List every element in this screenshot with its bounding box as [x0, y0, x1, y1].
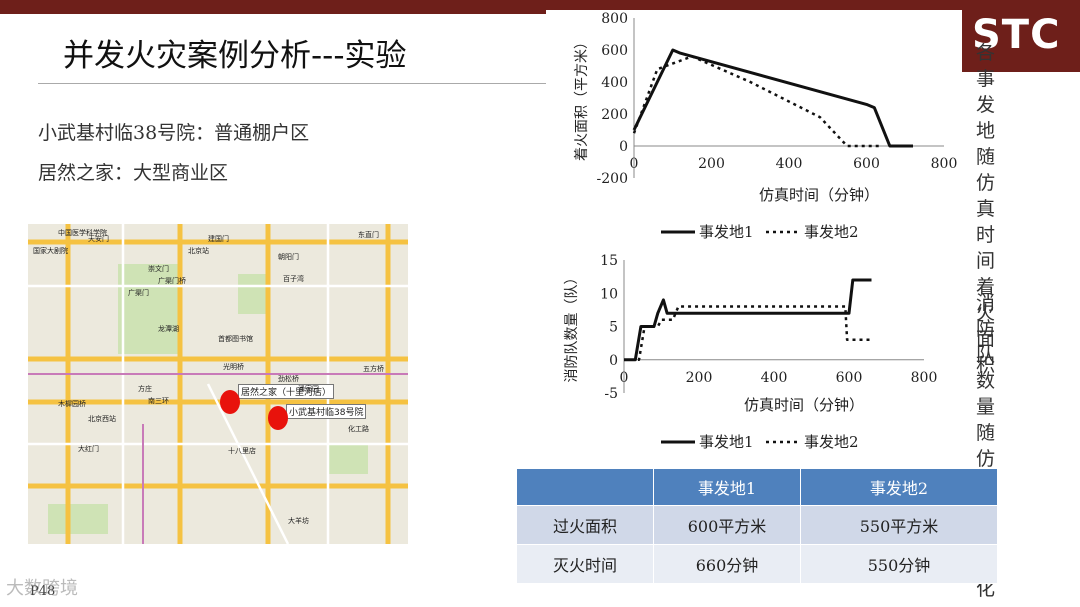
fire-brigade-chart: -50510150 200 400 600 800仿真时间（分钟）消防队数量（队）事发地… — [564, 253, 938, 451]
y-tick-label: 10 — [600, 286, 618, 302]
y-axis-label: 消防队数量（队） — [564, 271, 580, 383]
subtitle-site-2: 居然之家：大型商业区 — [38, 162, 229, 184]
legend-label-2: 事发地2 — [804, 223, 859, 241]
map-label-4: 北京站 — [188, 247, 209, 255]
x-axis-label: 仿真时间（分钟） — [744, 396, 864, 414]
map-label-15: 木樨园桥 — [58, 400, 86, 408]
map-label-24: 北京西站 — [88, 415, 116, 423]
title-divider — [38, 83, 558, 84]
map-label-11: 潘家园 — [298, 385, 319, 393]
legend-label-2: 事发地2 — [804, 433, 859, 451]
page-title: 并发火灾案例分析---实验 — [63, 38, 407, 74]
y-tick-label: 800 — [601, 11, 628, 27]
map-label-18: 广渠门 — [128, 289, 149, 297]
fire-marker-site-2[interactable] — [268, 406, 288, 430]
map-label-20: 百子湾 — [283, 275, 304, 283]
map-label-7: 建国门 — [208, 235, 229, 243]
y-axis-label: 着火面积（平方米） — [574, 35, 590, 161]
x-axis-label: 仿真时间（分钟） — [759, 186, 879, 204]
y-tick-label: 200 — [601, 107, 628, 123]
map-label-3: 天安门 — [88, 235, 109, 243]
map-label-21: 化工路 — [348, 425, 369, 433]
table-header-cell: 事发地2 — [800, 468, 998, 506]
x-tick-label: 0 — [620, 370, 629, 386]
x-tick-label: 400 — [761, 370, 788, 386]
x-tick-label: 200 — [698, 156, 725, 172]
x-tick-label: 200 — [686, 370, 713, 386]
map-label-25: 首都图书馆 — [218, 335, 253, 343]
table-cell: 660分钟 — [653, 544, 801, 584]
map-label-6: 东直门 — [358, 231, 379, 239]
subtitle-site-1: 小武基村临38号院：普通棚户区 — [38, 122, 310, 144]
table-header-cell: 事发地1 — [653, 468, 801, 506]
y-tick-label: 0 — [609, 353, 618, 369]
fire-marker-site-1[interactable] — [220, 390, 240, 414]
x-tick-label: 400 — [776, 156, 803, 172]
map-label-22: 五方桥 — [363, 365, 384, 373]
map-label-xwj: 小武基村临38号院 — [286, 404, 367, 419]
table-cell: 550分钟 — [800, 544, 998, 584]
map-label-jrzj: 居然之家（十里河店） — [238, 384, 335, 399]
fire-area-chart: -20002004006008000 200 400 600 800仿真时间（分钟）着火… — [574, 11, 958, 241]
map-label-9: 光明桥 — [223, 363, 244, 371]
series-line-1 — [632, 48, 913, 148]
map-label-16: 南三环 — [148, 397, 169, 405]
table-cell: 灭火时间 — [516, 544, 654, 584]
legend-label-1: 事发地1 — [699, 223, 754, 241]
page-number: P48 — [30, 584, 56, 599]
x-tick-label: 0 — [630, 156, 639, 172]
y-tick-label: -200 — [597, 171, 628, 187]
map-label-2: 国家大剧院 — [33, 247, 68, 255]
y-tick-label: 600 — [601, 43, 628, 59]
y-tick-label: 15 — [600, 253, 618, 269]
city-map[interactable]: 居然之家（十里河店） 小武基村临38号院 中国医学科学院 国家大剧院 天安门 北… — [28, 224, 408, 544]
y-tick-label: 400 — [601, 75, 628, 91]
x-tick-label: 800 — [911, 370, 938, 386]
map-label-19: 龙潭湖 — [158, 325, 179, 333]
result-table: 事发地1 事发地2 过火面积 600平方米 550平方米 灭火时间 660分钟 … — [516, 468, 998, 584]
y-tick-label: -5 — [604, 386, 618, 402]
series-line-1 — [624, 278, 872, 362]
map-label-8: 朝阳门 — [278, 253, 299, 261]
map-label-23: 大红门 — [78, 445, 99, 453]
map-label-17: 广渠门桥 — [158, 277, 186, 285]
table-header-row: 事发地1 事发地2 — [516, 468, 998, 506]
map-label-12: 十八里店 — [228, 447, 256, 455]
map-label-5: 崇文门 — [148, 265, 169, 273]
table-cell: 600平方米 — [653, 505, 801, 545]
legend-label-1: 事发地1 — [699, 433, 754, 451]
x-tick-label: 800 — [931, 156, 958, 172]
table-cell: 过火面积 — [516, 505, 654, 545]
table-header-cell — [516, 468, 654, 506]
map-label-10: 劲松桥 — [278, 375, 299, 383]
y-tick-label: 0 — [619, 139, 628, 155]
series-line-2 — [632, 55, 882, 148]
y-tick-label: 5 — [609, 320, 618, 336]
map-label-14: 方庄 — [138, 385, 152, 393]
x-tick-label: 600 — [836, 370, 863, 386]
map-label-13: 大羊坊 — [288, 517, 309, 525]
x-tick-label: 600 — [853, 156, 880, 172]
table-row: 过火面积 600平方米 550平方米 — [516, 505, 998, 545]
table-cell: 550平方米 — [800, 505, 998, 545]
table-row: 灭火时间 660分钟 550分钟 — [516, 544, 998, 584]
